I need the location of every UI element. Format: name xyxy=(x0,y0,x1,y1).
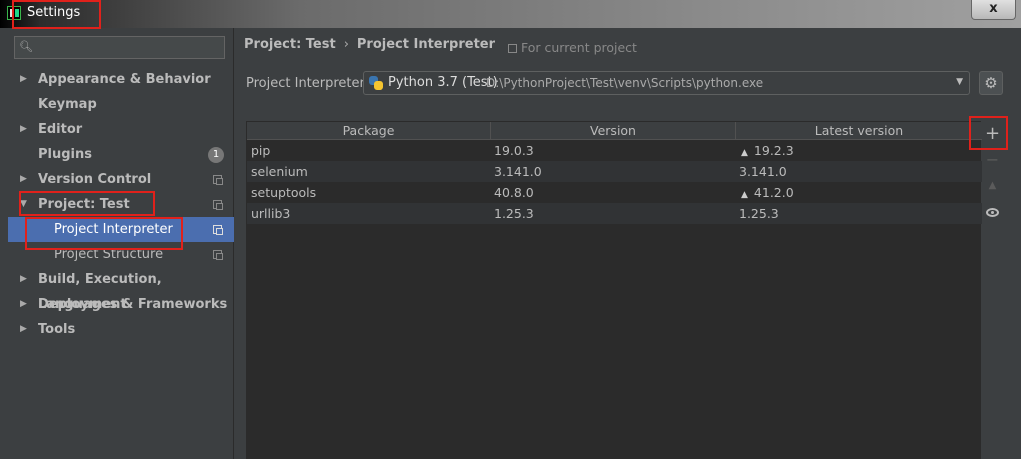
sidebar-item-label: Tools xyxy=(38,322,76,337)
sidebar-item-tools[interactable]: ▶ Tools xyxy=(8,317,234,342)
package-version: 1.25.3 xyxy=(494,206,534,221)
copy-icon xyxy=(508,44,517,53)
sidebar-item-label: Editor xyxy=(38,122,83,137)
triangle-right-icon[interactable]: ▶ xyxy=(20,267,27,292)
sidebar-item-label: Plugins xyxy=(38,147,92,162)
sidebar-item-project-test[interactable]: ▼ Project: Test xyxy=(8,192,234,217)
breadcrumb-separator: › xyxy=(343,37,349,52)
settings-gear-button[interactable]: ⚙ xyxy=(979,71,1003,95)
add-package-button[interactable]: + xyxy=(981,123,1004,145)
update-count-badge: 1 xyxy=(208,147,224,163)
remove-package-button[interactable]: − xyxy=(981,149,1004,171)
sidebar-item-label: Keymap xyxy=(38,97,97,112)
chevron-down-icon: ▼ xyxy=(956,77,963,87)
upgrade-package-button[interactable]: ▲ xyxy=(981,175,1004,197)
triangle-up-icon: ▲ xyxy=(741,148,748,158)
python-icon xyxy=(369,76,383,90)
pycharm-logo-icon xyxy=(7,6,21,20)
sidebar-item-version-control[interactable]: ▶ Version Control xyxy=(8,167,234,192)
package-name: urllib3 xyxy=(251,206,291,221)
package-latest: 3.141.0 xyxy=(739,164,787,179)
table-row[interactable]: pip 19.0.3 ▲ 19.2.3 xyxy=(247,140,982,161)
project-scope-icon xyxy=(213,225,223,235)
project-scope-icon xyxy=(213,175,223,185)
table-header: Package Version Latest version xyxy=(247,122,982,140)
triangle-down-icon[interactable]: ▼ xyxy=(20,192,27,217)
package-version: 3.141.0 xyxy=(494,164,542,179)
sidebar-item-label: Project Interpreter xyxy=(54,222,173,237)
breadcrumb-item[interactable]: Project: Test xyxy=(244,37,336,52)
triangle-right-icon[interactable]: ▶ xyxy=(20,167,27,192)
sidebar-item-label: Languages & Frameworks xyxy=(38,297,228,312)
gear-icon: ⚙ xyxy=(984,74,998,92)
package-latest: 1.25.3 xyxy=(739,206,779,221)
table-row[interactable]: selenium 3.141.0 3.141.0 xyxy=(247,161,982,182)
column-header-latest[interactable]: Latest version xyxy=(736,122,982,140)
eye-icon xyxy=(986,208,999,217)
packages-table: Package Version Latest version pip 19.0.… xyxy=(246,121,982,459)
sidebar-item-keymap[interactable]: Keymap xyxy=(8,92,234,117)
table-row[interactable]: urllib3 1.25.3 1.25.3 xyxy=(247,203,982,224)
package-name: pip xyxy=(251,143,271,158)
interpreter-label: Project Interpreter: xyxy=(246,76,370,91)
sidebar-item-build[interactable]: ▶ Build, Execution, Deployment xyxy=(8,267,234,312)
project-scope-icon xyxy=(213,200,223,210)
interpreter-select[interactable]: Python 3.7 (Test) D:\PythonProject\Test\… xyxy=(363,71,970,95)
close-icon: x xyxy=(989,1,998,16)
sidebar-item-languages[interactable]: ▶ Languages & Frameworks xyxy=(8,292,234,317)
column-header-version[interactable]: Version xyxy=(491,122,736,140)
package-name: selenium xyxy=(251,164,308,179)
package-version: 19.0.3 xyxy=(494,143,534,158)
sidebar-item-label: Version Control xyxy=(38,172,152,187)
breadcrumb: Project: Test › Project Interpreter xyxy=(244,37,495,52)
title-bar: Settings x xyxy=(0,0,1021,28)
settings-sidebar: 🔍︎ ▶ Appearance & Behavior Keymap ▶ Edit… xyxy=(8,28,234,459)
sidebar-item-label: Appearance & Behavior xyxy=(38,72,211,87)
package-version: 40.8.0 xyxy=(494,185,534,200)
triangle-up-icon: ▲ xyxy=(741,190,748,200)
search-icon: 🔍︎ xyxy=(19,40,33,53)
sidebar-item-plugins[interactable]: Plugins 1 xyxy=(8,142,234,167)
interpreter-name: Python 3.7 (Test) xyxy=(388,75,498,90)
triangle-right-icon[interactable]: ▶ xyxy=(20,317,27,342)
sidebar-item-editor[interactable]: ▶ Editor xyxy=(8,117,234,142)
interpreter-path: D:\PythonProject\Test\venv\Scripts\pytho… xyxy=(486,76,764,90)
show-early-releases-button[interactable] xyxy=(981,201,1004,223)
sidebar-item-project-interpreter[interactable]: Project Interpreter xyxy=(8,217,234,242)
search-input[interactable]: 🔍︎ xyxy=(14,36,225,59)
window-title: Settings xyxy=(27,5,81,20)
sidebar-item-appearance[interactable]: ▶ Appearance & Behavior xyxy=(8,67,234,92)
triangle-right-icon[interactable]: ▶ xyxy=(20,292,27,317)
column-header-package[interactable]: Package xyxy=(247,122,491,140)
triangle-right-icon[interactable]: ▶ xyxy=(20,117,27,142)
close-button[interactable]: x xyxy=(971,0,1016,20)
scope-label: For current project xyxy=(521,40,637,55)
breadcrumb-item: Project Interpreter xyxy=(356,37,496,52)
sidebar-item-project-structure[interactable]: Project Structure xyxy=(8,242,234,267)
triangle-right-icon[interactable]: ▶ xyxy=(20,67,27,92)
project-scope-icon xyxy=(213,250,223,260)
sidebar-item-label: Project: Test xyxy=(38,197,130,212)
table-row[interactable]: setuptools 40.8.0 ▲ 41.2.0 xyxy=(247,182,982,203)
package-toolbar: + − ▲ xyxy=(981,121,1004,459)
scope-hint: For current project xyxy=(508,40,637,55)
sidebar-item-label: Project Structure xyxy=(54,247,164,262)
package-name: setuptools xyxy=(251,185,317,200)
